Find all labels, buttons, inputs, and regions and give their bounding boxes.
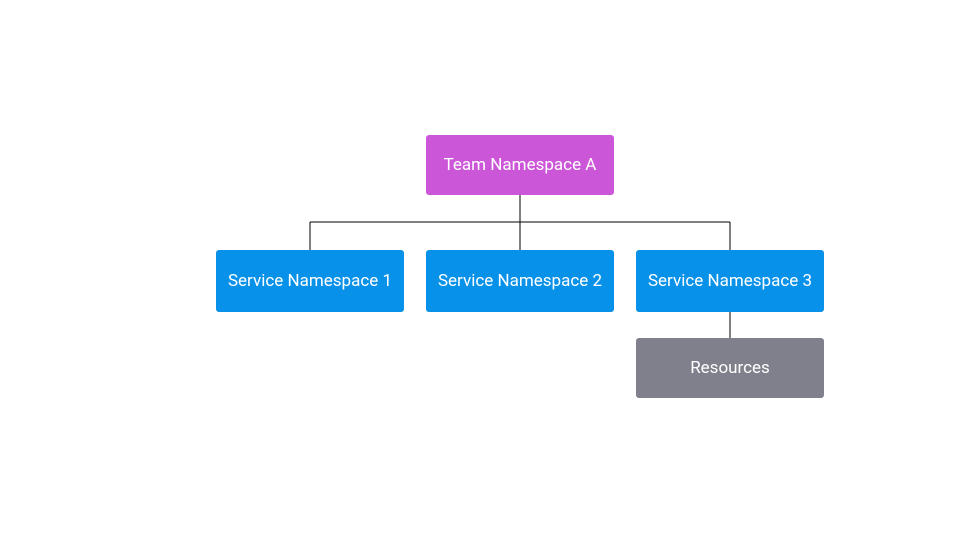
service-namespace-3-box: Service Namespace 3	[636, 250, 824, 312]
service-namespace-2-label: Service Namespace 2	[438, 271, 602, 291]
service-namespace-1-label: Service Namespace 1	[228, 271, 392, 291]
service-namespace-1-box: Service Namespace 1	[216, 250, 404, 312]
service-namespace-3-label: Service Namespace 3	[648, 271, 812, 291]
namespace-hierarchy-diagram: Team Namespace A Service Namespace 1 Ser…	[0, 0, 960, 540]
service-namespace-2-box: Service Namespace 2	[426, 250, 614, 312]
resources-box: Resources	[636, 338, 824, 398]
resources-label: Resources	[690, 358, 770, 378]
team-namespace-box: Team Namespace A	[426, 135, 614, 195]
team-namespace-label: Team Namespace A	[444, 155, 597, 175]
